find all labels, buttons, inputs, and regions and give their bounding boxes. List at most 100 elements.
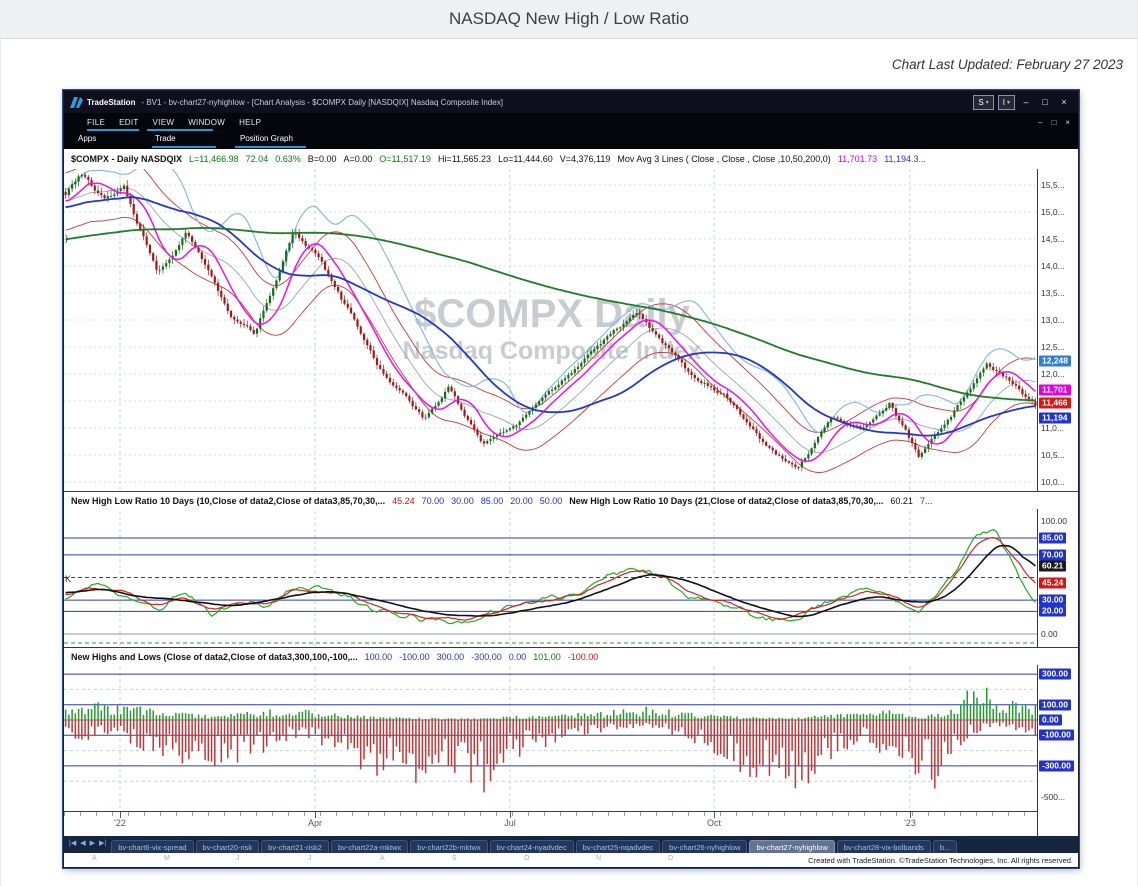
price-tag: 11,701 <box>1039 385 1071 396</box>
toolbar-tab-trade[interactable]: Trade <box>155 134 176 143</box>
workspace-tab-bv-chart25-nqadvdec[interactable]: bv-chart25-nqadvdec <box>576 840 660 853</box>
faint-month-label: S <box>452 855 457 862</box>
header-segment: New High Low Ratio 10 Days (10,Close of … <box>71 496 385 506</box>
x-axis-tick <box>510 812 511 818</box>
workspace-tab-bv-chart28-vix-bolbands[interactable]: bv-chart28-vix-bolbands <box>837 840 931 853</box>
last-updated-note: Chart Last Updated: February 27 2023 <box>892 57 1123 72</box>
header-segment: A=0.00 <box>344 154 373 164</box>
toolbar-tab-row: Apps Trade Position Graph <box>64 131 1078 149</box>
style-dropdown-button[interactable]: S▾ <box>973 95 993 110</box>
workspace-tab-bv-chart22b-mktwx[interactable]: bv-chart22b-mktwx <box>410 840 487 853</box>
price-scale-label: 12,0... <box>1041 369 1065 379</box>
header-segment: -100.00 <box>399 652 430 662</box>
child-window-controls: – □ × <box>1038 118 1070 127</box>
x-axis-label: '23 <box>904 818 916 828</box>
menu-window[interactable]: WINDOW <box>181 118 232 127</box>
price-scale-label: 13,5... <box>1041 288 1065 298</box>
menu-edit[interactable]: EDIT <box>112 118 145 127</box>
x-axis-label: '22 <box>114 818 126 828</box>
header-segment: Hi=11,565.23 <box>438 154 491 164</box>
page-header: NASDAQ New High / Low Ratio <box>1 0 1137 39</box>
price-scale-label: 12,5... <box>1041 342 1065 352</box>
tab-accent-bar <box>235 146 306 148</box>
workspace-tab-bv-chart24-nyadvdec[interactable]: bv-chart24-nyadvdec <box>490 840 574 853</box>
header-segment: O=11,517.19 <box>379 154 431 164</box>
header-segment: 100.00 <box>365 652 393 662</box>
header-segment: 45.24 <box>392 496 415 506</box>
price-scale-label: 10,0... <box>1041 477 1065 487</box>
window-footer-strip: AMJJASOND Created with TradeStation. ©Tr… <box>64 853 1078 867</box>
header-segment: 85.00 <box>481 496 504 506</box>
x-axis-label: Jul <box>504 818 516 828</box>
header-segment: $COMPX - Daily NASDQIX <box>71 154 182 164</box>
workspace-tab-bv-chart21-risk2[interactable]: bv-chart21-risk2 <box>261 840 329 853</box>
window-title: - BV1 - bv-chart27-nyhighlow - [Chart An… <box>141 98 502 107</box>
header-segment: B=0.00 <box>308 154 337 164</box>
workspace-tab-b...[interactable]: b... <box>933 840 957 853</box>
workspace-tab-bv-chart20-risk[interactable]: bv-chart20-risk <box>196 840 260 853</box>
workspace-tab-bv-chart26-nyhighlow[interactable]: bv-chart26-nyhighlow <box>662 840 747 853</box>
menu-file[interactable]: FILE <box>80 118 112 127</box>
ratio-tag: 45.24 <box>1039 577 1066 588</box>
header-segment: 0.63% <box>275 154 301 164</box>
chevron-down-icon: ▾ <box>1007 99 1010 106</box>
header-segment: Lo=11,444.60 <box>498 154 553 164</box>
workspace-tab-bv-chart6-vix-spread[interactable]: bv-chart6-vix-spread <box>111 840 193 853</box>
highlow-tag: -300.00 <box>1039 760 1074 771</box>
header-segment: 30.00 <box>451 496 474 506</box>
header-segment: 72.04 <box>246 154 269 164</box>
header-segment: 101.00 <box>533 652 561 662</box>
close-button[interactable]: × <box>1056 97 1072 107</box>
menu-help[interactable]: HELP <box>232 118 268 127</box>
header-segment: 11,701.73 <box>838 154 877 164</box>
menu-view[interactable]: VIEW <box>146 118 182 127</box>
workspace-tab-bv-chart27-nyhighlow[interactable]: bv-chart27-nyhighlow <box>749 840 834 853</box>
x-axis-tick <box>315 812 316 818</box>
tradestation-logo-icon <box>70 97 83 108</box>
restore-button[interactable]: □ <box>1037 97 1053 107</box>
child-minimize-icon[interactable]: – <box>1038 118 1042 127</box>
chart-area[interactable]: $COMPX Daily Nasdaq Composite Index $COM… <box>64 149 1078 836</box>
price-scale-label: 13,0... <box>1041 315 1065 325</box>
tab-nav-arrow-icon[interactable]: |◀ <box>69 839 76 847</box>
workspace-tab-list: bv-chart6-vix-spreadbv-chart20-riskbv-ch… <box>111 836 957 853</box>
highlow-indicator-header: New Highs and Lows (Close of data2,Close… <box>64 647 1078 665</box>
header-segment: -300.00 <box>471 652 502 662</box>
interval-dropdown-button[interactable]: I▾ <box>998 95 1015 110</box>
price-scale-label: 14,5... <box>1041 234 1065 244</box>
header-segment: New Highs and Lows (Close of data2,Close… <box>71 652 358 662</box>
price-scale-label: 11,0... <box>1041 423 1064 433</box>
x-axis-label: Apr <box>308 818 322 828</box>
faint-month-label: M <box>164 855 170 862</box>
ratio-tag: 70.00 <box>1039 549 1066 560</box>
tab-nav-arrow-icon[interactable]: ▶| <box>99 839 106 847</box>
time-axis: '22 Apr Jul Oct '23 <box>64 811 1078 836</box>
toolbar-tab-position-graph[interactable]: Position Graph <box>240 134 293 143</box>
workspace-tab-bv-chart22a-mktwx[interactable]: bv-chart22a-mktwx <box>331 840 408 853</box>
x-axis-label: Oct <box>707 818 721 828</box>
tab-nav-arrow-icon[interactable]: ◀ <box>80 839 85 847</box>
menu-bar: FILE EDIT VIEW WINDOW HELP – □ × <box>64 113 1078 131</box>
header-segment: 11,194.3... <box>884 154 926 164</box>
child-restore-icon[interactable]: □ <box>1051 118 1056 127</box>
header-segment: V=4,376,119 <box>560 154 611 164</box>
header-segment: 70.00 <box>422 496 445 506</box>
ratio-indicator-header: New High Low Ratio 10 Days (10,Close of … <box>64 491 1078 509</box>
header-segment: -100.00 <box>568 652 599 662</box>
ratio-scale-label: 100.00 <box>1041 516 1067 526</box>
child-close-icon[interactable]: × <box>1065 118 1070 127</box>
header-segment: New High Low Ratio 10 Days (21,Close of … <box>569 496 883 506</box>
price-scale-label: 15,5... <box>1041 180 1065 190</box>
faint-month-label: J <box>308 855 312 862</box>
tab-nav-arrow-icon[interactable]: ▶ <box>90 839 95 847</box>
minimize-button[interactable]: – <box>1018 97 1034 107</box>
price-scale-label: 15,0... <box>1041 207 1065 217</box>
faint-month-label: N <box>596 855 601 862</box>
x-axis-tick <box>714 812 715 818</box>
toolbar-tab-apps[interactable]: Apps <box>78 134 96 143</box>
clipped-left-label: ) <box>65 233 68 243</box>
header-segment: 60.21 <box>890 496 913 506</box>
header-segment: 7... <box>920 496 933 506</box>
price-tag: 11,194 <box>1039 412 1071 423</box>
tradestation-window: TradeStation - BV1 - bv-chart27-nyhighlo… <box>63 90 1079 868</box>
